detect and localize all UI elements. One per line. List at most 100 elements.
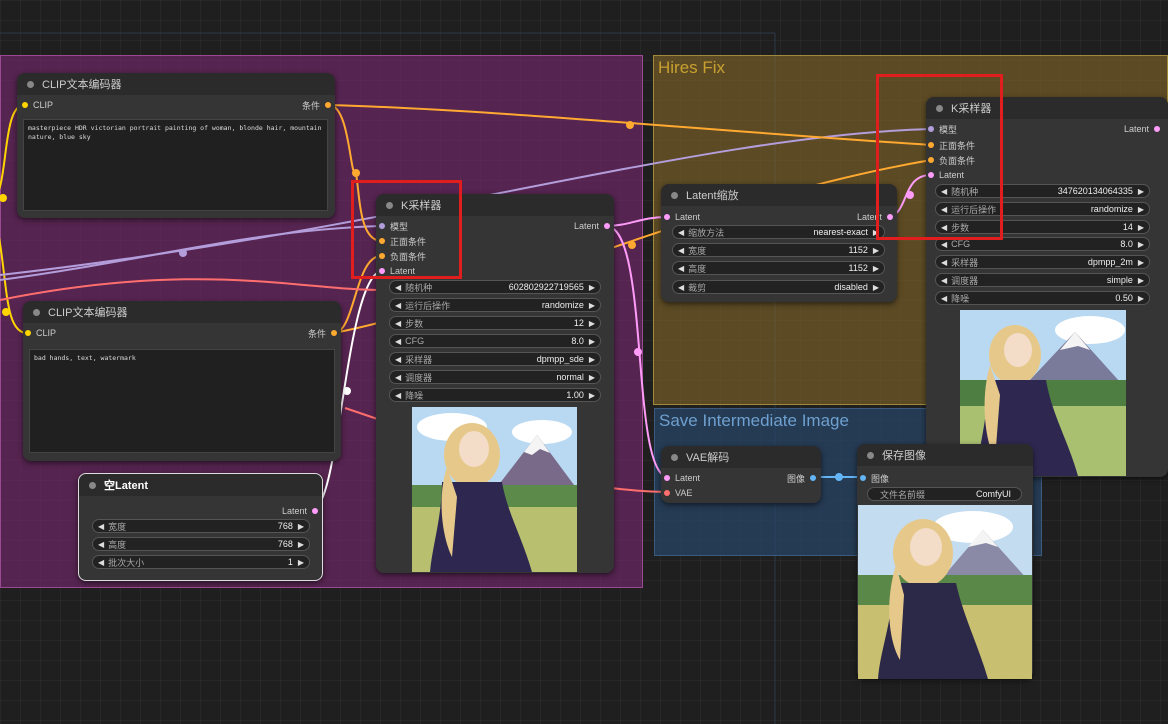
arrow-right-icon[interactable]: ▶	[1138, 258, 1144, 267]
port-dot-icon[interactable]	[331, 330, 337, 336]
arrow-left-icon[interactable]: ◀	[98, 540, 104, 549]
arrow-left-icon[interactable]: ◀	[395, 373, 401, 382]
arrow-left-icon[interactable]: ◀	[395, 355, 401, 364]
arrow-right-icon[interactable]: ▶	[1138, 294, 1144, 303]
arrow-right-icon[interactable]: ▶	[298, 558, 304, 567]
input-vae[interactable]: VAE	[664, 486, 692, 500]
arrow-right-icon[interactable]: ▶	[1138, 187, 1144, 196]
widget-denoise[interactable]: ◀ 降噪 0.50 ▶	[935, 291, 1150, 305]
arrow-left-icon[interactable]: ◀	[395, 337, 401, 346]
arrow-left-icon[interactable]: ◀	[678, 246, 684, 255]
arrow-right-icon[interactable]: ▶	[1138, 223, 1144, 232]
arrow-left-icon[interactable]: ◀	[98, 558, 104, 567]
node-clip-text-encode-negative[interactable]: CLIP文本编码器 CLIP 条件 bad hands, text, water…	[23, 301, 341, 461]
port-dot-icon[interactable]	[325, 102, 331, 108]
output-image[interactable]: 图像	[787, 471, 816, 485]
widget-height[interactable]: ◀ 高度 768 ▶	[92, 537, 310, 551]
port-label: 条件	[307, 328, 326, 339]
prompt-textarea[interactable]: masterpiece HDR victorian portrait paint…	[23, 119, 328, 211]
widget-batch-size[interactable]: ◀ 批次大小 1 ▶	[92, 555, 310, 569]
port-dot-icon[interactable]	[810, 475, 816, 481]
node-save-image[interactable]: 保存图像 图像 文件名前缀 ComfyUI	[857, 444, 1033, 679]
port-dot-icon[interactable]	[25, 330, 31, 336]
node-latent-upscale[interactable]: Latent缩放 Latent Latent ◀ 缩放方法 nearest-exac…	[661, 184, 897, 302]
arrow-right-icon[interactable]: ▶	[589, 283, 595, 292]
collapse-dot-icon[interactable]	[27, 80, 34, 88]
port-dot-icon[interactable]	[664, 214, 670, 220]
arrow-right-icon[interactable]: ▶	[1138, 240, 1144, 249]
node-clip-text-encode-positive[interactable]: CLIP文本编码器 CLIP 条件 masterpiece HDR victor…	[17, 73, 335, 218]
arrow-left-icon[interactable]: ◀	[395, 319, 401, 328]
arrow-right-icon[interactable]: ▶	[589, 373, 595, 382]
arrow-left-icon[interactable]: ◀	[941, 294, 947, 303]
collapse-dot-icon[interactable]	[671, 191, 678, 199]
widget-scheduler[interactable]: ◀ 调度器 normal ▶	[389, 370, 601, 384]
input-latent[interactable]: Latent	[664, 471, 700, 485]
arrow-right-icon[interactable]: ▶	[1138, 205, 1144, 214]
arrow-right-icon[interactable]: ▶	[298, 540, 304, 549]
input-clip[interactable]: CLIP	[22, 98, 53, 112]
arrow-right-icon[interactable]: ▶	[589, 301, 595, 310]
widget-control-after[interactable]: ◀ 运行后操作 randomize ▶	[389, 298, 601, 312]
input-latent[interactable]: Latent	[664, 210, 700, 224]
widget-label: CFG	[951, 239, 971, 249]
node-empty-latent[interactable]: 空Latent Latent ◀ 宽度 768 ▶ ◀ 高度 768 ▶ ◀ 批次大小 1 ▶	[78, 473, 323, 581]
widget-cfg[interactable]: ◀ CFG 8.0 ▶	[389, 334, 601, 348]
collapse-dot-icon[interactable]	[867, 451, 874, 459]
arrow-left-icon[interactable]: ◀	[395, 391, 401, 400]
widget-steps[interactable]: ◀ 步数 12 ▶	[389, 316, 601, 330]
port-dot-icon[interactable]	[604, 223, 610, 229]
widget-seed[interactable]: ◀ 随机种 602802922719565 ▶	[389, 280, 601, 294]
widget-height[interactable]: ◀ 高度 1152 ▶	[672, 261, 885, 275]
port-dot-icon[interactable]	[22, 102, 28, 108]
widget-filename-prefix[interactable]: 文件名前缀 ComfyUI	[867, 487, 1022, 501]
arrow-left-icon[interactable]: ◀	[678, 228, 684, 237]
input-clip[interactable]: CLIP	[25, 326, 56, 340]
prompt-textarea[interactable]: bad hands, text, watermark	[29, 349, 335, 453]
widget-upscale-method[interactable]: ◀ 缩放方法 nearest-exact ▶	[672, 225, 885, 239]
arrow-left-icon[interactable]: ◀	[678, 264, 684, 273]
port-label: 图像	[871, 473, 890, 484]
output-latent[interactable]: Latent	[282, 504, 318, 518]
widget-scheduler[interactable]: ◀ 调度器 simple ▶	[935, 273, 1150, 287]
port-label: 条件	[301, 100, 320, 111]
collapse-dot-icon[interactable]	[89, 481, 96, 489]
arrow-right-icon[interactable]: ▶	[1138, 276, 1144, 285]
port-dot-icon[interactable]	[312, 508, 318, 514]
arrow-right-icon[interactable]: ▶	[589, 337, 595, 346]
arrow-left-icon[interactable]: ◀	[98, 522, 104, 531]
collapse-dot-icon[interactable]	[33, 308, 40, 316]
port-dot-icon[interactable]	[1154, 126, 1160, 132]
arrow-right-icon[interactable]: ▶	[589, 319, 595, 328]
output-latent[interactable]: Latent	[1124, 122, 1160, 136]
arrow-right-icon[interactable]: ▶	[589, 355, 595, 364]
widget-width[interactable]: ◀ 宽度 768 ▶	[92, 519, 310, 533]
arrow-left-icon[interactable]: ◀	[678, 283, 684, 292]
widget-sampler[interactable]: ◀ 采样器 dpmpp_2m ▶	[935, 255, 1150, 269]
port-dot-icon[interactable]	[664, 490, 670, 496]
widget-label: 降噪	[405, 390, 424, 401]
node-header: CLIP文本编码器	[23, 301, 341, 323]
arrow-left-icon[interactable]: ◀	[941, 276, 947, 285]
input-image[interactable]: 图像	[860, 471, 889, 485]
widget-sampler[interactable]: ◀ 采样器 dpmpp_sde ▶	[389, 352, 601, 366]
arrow-right-icon[interactable]: ▶	[873, 246, 879, 255]
collapse-dot-icon[interactable]	[671, 453, 678, 461]
arrow-right-icon[interactable]: ▶	[589, 391, 595, 400]
arrow-left-icon[interactable]: ◀	[941, 258, 947, 267]
widget-denoise[interactable]: ◀ 降噪 1.00 ▶	[389, 388, 601, 402]
node-vae-decode[interactable]: VAE解码 Latent VAE 图像	[661, 446, 821, 503]
output-latent[interactable]: Latent	[574, 219, 610, 233]
arrow-left-icon[interactable]: ◀	[941, 240, 947, 249]
arrow-left-icon[interactable]: ◀	[395, 283, 401, 292]
port-dot-icon[interactable]	[664, 475, 670, 481]
arrow-left-icon[interactable]: ◀	[395, 301, 401, 310]
arrow-right-icon[interactable]: ▶	[873, 264, 879, 273]
widget-crop[interactable]: ◀ 裁剪 disabled ▶	[672, 280, 885, 294]
output-conditioning[interactable]: 条件	[308, 326, 337, 340]
port-dot-icon[interactable]	[860, 475, 866, 481]
arrow-right-icon[interactable]: ▶	[873, 283, 879, 292]
output-conditioning[interactable]: 条件	[302, 98, 331, 112]
arrow-right-icon[interactable]: ▶	[298, 522, 304, 531]
widget-width[interactable]: ◀ 宽度 1152 ▶	[672, 243, 885, 257]
